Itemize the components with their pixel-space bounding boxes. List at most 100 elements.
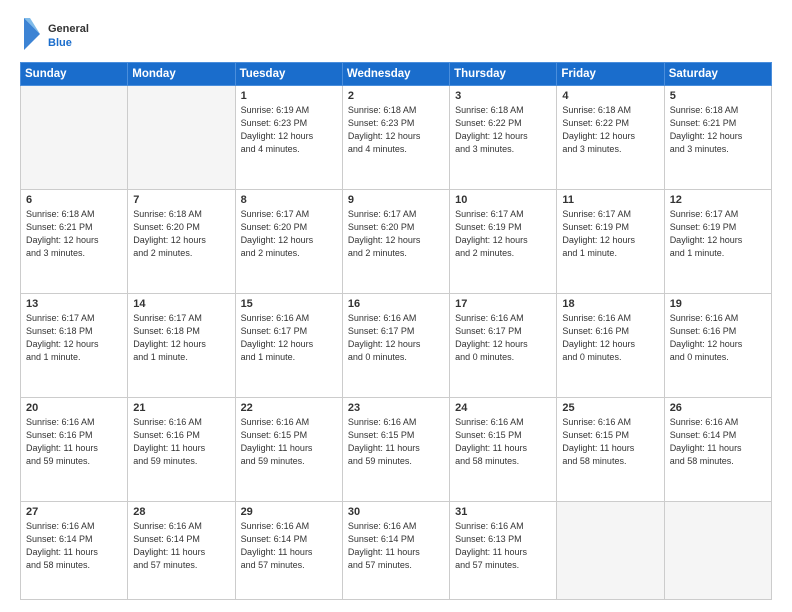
day-number: 23 bbox=[348, 402, 444, 414]
day-number: 15 bbox=[241, 298, 337, 310]
weekday-header-wednesday: Wednesday bbox=[342, 63, 449, 86]
day-number: 31 bbox=[455, 506, 551, 518]
calendar-week-row: 27 Sunrise: 6:16 AM Sunset: 6:14 PM Dayli… bbox=[21, 502, 772, 600]
day-number: 26 bbox=[670, 402, 766, 414]
day-info: Sunrise: 6:19 AM Sunset: 6:23 PM Dayligh… bbox=[241, 104, 337, 156]
calendar-week-row: 6 Sunrise: 6:18 AM Sunset: 6:21 PM Daylig… bbox=[21, 190, 772, 294]
day-number: 17 bbox=[455, 298, 551, 310]
day-info: Sunrise: 6:17 AM Sunset: 6:18 PM Dayligh… bbox=[26, 312, 122, 364]
day-info: Sunrise: 6:17 AM Sunset: 6:19 PM Dayligh… bbox=[670, 208, 766, 260]
calendar-cell: 15 Sunrise: 6:16 AM Sunset: 6:17 PM Dayli… bbox=[235, 294, 342, 398]
logo: General Blue bbox=[20, 16, 110, 52]
day-number: 5 bbox=[670, 90, 766, 102]
calendar-week-row: 13 Sunrise: 6:17 AM Sunset: 6:18 PM Dayli… bbox=[21, 294, 772, 398]
day-number: 2 bbox=[348, 90, 444, 102]
day-number: 25 bbox=[562, 402, 658, 414]
calendar-cell: 6 Sunrise: 6:18 AM Sunset: 6:21 PM Daylig… bbox=[21, 190, 128, 294]
day-info: Sunrise: 6:16 AM Sunset: 6:14 PM Dayligh… bbox=[26, 520, 122, 572]
calendar-cell: 14Sunrise: 6:17 AM Sunset: 6:18 PM Dayli… bbox=[128, 294, 235, 398]
weekday-header-thursday: Thursday bbox=[450, 63, 557, 86]
day-info: Sunrise: 6:18 AM Sunset: 6:22 PM Dayligh… bbox=[562, 104, 658, 156]
weekday-header-tuesday: Tuesday bbox=[235, 63, 342, 86]
svg-text:General: General bbox=[48, 23, 89, 35]
day-info: Sunrise: 6:18 AM Sunset: 6:21 PM Dayligh… bbox=[670, 104, 766, 156]
svg-text:Blue: Blue bbox=[48, 37, 72, 49]
calendar-cell: 16 Sunrise: 6:16 AM Sunset: 6:17 PM Dayli… bbox=[342, 294, 449, 398]
calendar-cell: 4 Sunrise: 6:18 AM Sunset: 6:22 PM Daylig… bbox=[557, 86, 664, 190]
calendar-cell: 27 Sunrise: 6:16 AM Sunset: 6:14 PM Dayli… bbox=[21, 502, 128, 600]
day-number: 30 bbox=[348, 506, 444, 518]
day-info: Sunrise: 6:18 AM Sunset: 6:22 PM Dayligh… bbox=[455, 104, 551, 156]
calendar-week-row: 1 Sunrise: 6:19 AM Sunset: 6:23 PM Daylig… bbox=[21, 86, 772, 190]
calendar-cell: 21 Sunrise: 6:16 AM Sunset: 6:16 PM Dayli… bbox=[128, 398, 235, 502]
day-number: 13 bbox=[26, 298, 122, 310]
day-number: 14 bbox=[133, 298, 229, 310]
day-number: 12 bbox=[670, 194, 766, 206]
day-number: 10 bbox=[455, 194, 551, 206]
day-info: Sunrise: 6:17 AM Sunset: 6:20 PM Dayligh… bbox=[241, 208, 337, 260]
day-number: 1 bbox=[241, 90, 337, 102]
day-info: Sunrise: 6:16 AM Sunset: 6:16 PM Dayligh… bbox=[133, 416, 229, 468]
day-number: 11 bbox=[562, 194, 658, 206]
calendar-cell: 1 Sunrise: 6:19 AM Sunset: 6:23 PM Daylig… bbox=[235, 86, 342, 190]
calendar-cell: 5 Sunrise: 6:18 AM Sunset: 6:21 PM Daylig… bbox=[664, 86, 771, 190]
calendar-cell: 23 Sunrise: 6:16 AM Sunset: 6:15 PM Dayli… bbox=[342, 398, 449, 502]
calendar-cell: 2 Sunrise: 6:18 AM Sunset: 6:23 PM Daylig… bbox=[342, 86, 449, 190]
day-info: Sunrise: 6:16 AM Sunset: 6:17 PM Dayligh… bbox=[348, 312, 444, 364]
day-number: 19 bbox=[670, 298, 766, 310]
calendar-cell: 20 Sunrise: 6:16 AM Sunset: 6:16 PM Dayli… bbox=[21, 398, 128, 502]
calendar-header: SundayMondayTuesdayWednesdayThursdayFrid… bbox=[21, 63, 772, 86]
day-info: Sunrise: 6:18 AM Sunset: 6:21 PM Dayligh… bbox=[26, 208, 122, 260]
day-number: 24 bbox=[455, 402, 551, 414]
day-info: Sunrise: 6:16 AM Sunset: 6:14 PM Dayligh… bbox=[670, 416, 766, 468]
day-info: Sunrise: 6:16 AM Sunset: 6:15 PM Dayligh… bbox=[241, 416, 337, 468]
day-info: Sunrise: 6:16 AM Sunset: 6:16 PM Dayligh… bbox=[562, 312, 658, 364]
day-info: Sunrise: 6:16 AM Sunset: 6:17 PM Dayligh… bbox=[455, 312, 551, 364]
day-info: Sunrise: 6:17 AM Sunset: 6:19 PM Dayligh… bbox=[562, 208, 658, 260]
day-number: 4 bbox=[562, 90, 658, 102]
calendar-cell: 7Sunrise: 6:18 AM Sunset: 6:20 PM Daylig… bbox=[128, 190, 235, 294]
calendar-cell: 13 Sunrise: 6:17 AM Sunset: 6:18 PM Dayli… bbox=[21, 294, 128, 398]
day-info: Sunrise: 6:16 AM Sunset: 6:15 PM Dayligh… bbox=[348, 416, 444, 468]
weekday-header-monday: Monday bbox=[128, 63, 235, 86]
calendar-cell: 28Sunrise: 6:16 AM Sunset: 6:14 PM Dayli… bbox=[128, 502, 235, 600]
calendar-cell: 3 Sunrise: 6:18 AM Sunset: 6:22 PM Daylig… bbox=[450, 86, 557, 190]
calendar-cell bbox=[128, 86, 235, 190]
weekday-header-row: SundayMondayTuesdayWednesdayThursdayFrid… bbox=[21, 63, 772, 86]
day-info: Sunrise: 6:16 AM Sunset: 6:15 PM Dayligh… bbox=[455, 416, 551, 468]
calendar-table: SundayMondayTuesdayWednesdayThursdayFrid… bbox=[20, 62, 772, 600]
calendar-cell: 11 Sunrise: 6:17 AM Sunset: 6:19 PM Dayli… bbox=[557, 190, 664, 294]
generalblue-logo: General Blue bbox=[20, 16, 110, 52]
day-info: Sunrise: 6:16 AM Sunset: 6:16 PM Dayligh… bbox=[26, 416, 122, 468]
calendar-week-row: 20 Sunrise: 6:16 AM Sunset: 6:16 PM Dayli… bbox=[21, 398, 772, 502]
day-number: 27 bbox=[26, 506, 122, 518]
calendar-cell: 10 Sunrise: 6:17 AM Sunset: 6:19 PM Dayli… bbox=[450, 190, 557, 294]
calendar-cell: 25 Sunrise: 6:16 AM Sunset: 6:15 PM Dayli… bbox=[557, 398, 664, 502]
day-number: 6 bbox=[26, 194, 122, 206]
day-number: 3 bbox=[455, 90, 551, 102]
weekday-header-sunday: Sunday bbox=[21, 63, 128, 86]
calendar-cell: 12 Sunrise: 6:17 AM Sunset: 6:19 PM Dayli… bbox=[664, 190, 771, 294]
calendar-cell bbox=[557, 502, 664, 600]
calendar-cell bbox=[664, 502, 771, 600]
day-info: Sunrise: 6:16 AM Sunset: 6:15 PM Dayligh… bbox=[562, 416, 658, 468]
weekday-header-saturday: Saturday bbox=[664, 63, 771, 86]
day-info: Sunrise: 6:18 AM Sunset: 6:23 PM Dayligh… bbox=[348, 104, 444, 156]
calendar-cell: 8Sunrise: 6:17 AM Sunset: 6:20 PM Daylig… bbox=[235, 190, 342, 294]
day-number: 20 bbox=[26, 402, 122, 414]
weekday-header-friday: Friday bbox=[557, 63, 664, 86]
day-info: Sunrise: 6:16 AM Sunset: 6:14 PM Dayligh… bbox=[241, 520, 337, 572]
day-number: 28 bbox=[133, 506, 229, 518]
day-number: 21 bbox=[133, 402, 229, 414]
day-number: 16 bbox=[348, 298, 444, 310]
day-number: 22 bbox=[241, 402, 337, 414]
calendar-cell: 29 Sunrise: 6:16 AM Sunset: 6:14 PM Dayli… bbox=[235, 502, 342, 600]
calendar-cell bbox=[21, 86, 128, 190]
day-info: Sunrise: 6:16 AM Sunset: 6:17 PM Dayligh… bbox=[241, 312, 337, 364]
day-info: Sunrise: 6:17 AM Sunset: 6:20 PM Dayligh… bbox=[348, 208, 444, 260]
day-info: Sunrise: 6:17 AM Sunset: 6:19 PM Dayligh… bbox=[455, 208, 551, 260]
day-number: 7 bbox=[133, 194, 229, 206]
day-number: 29 bbox=[241, 506, 337, 518]
calendar-cell: 19Sunrise: 6:16 AM Sunset: 6:16 PM Dayli… bbox=[664, 294, 771, 398]
calendar-cell: 24 Sunrise: 6:16 AM Sunset: 6:15 PM Dayli… bbox=[450, 398, 557, 502]
